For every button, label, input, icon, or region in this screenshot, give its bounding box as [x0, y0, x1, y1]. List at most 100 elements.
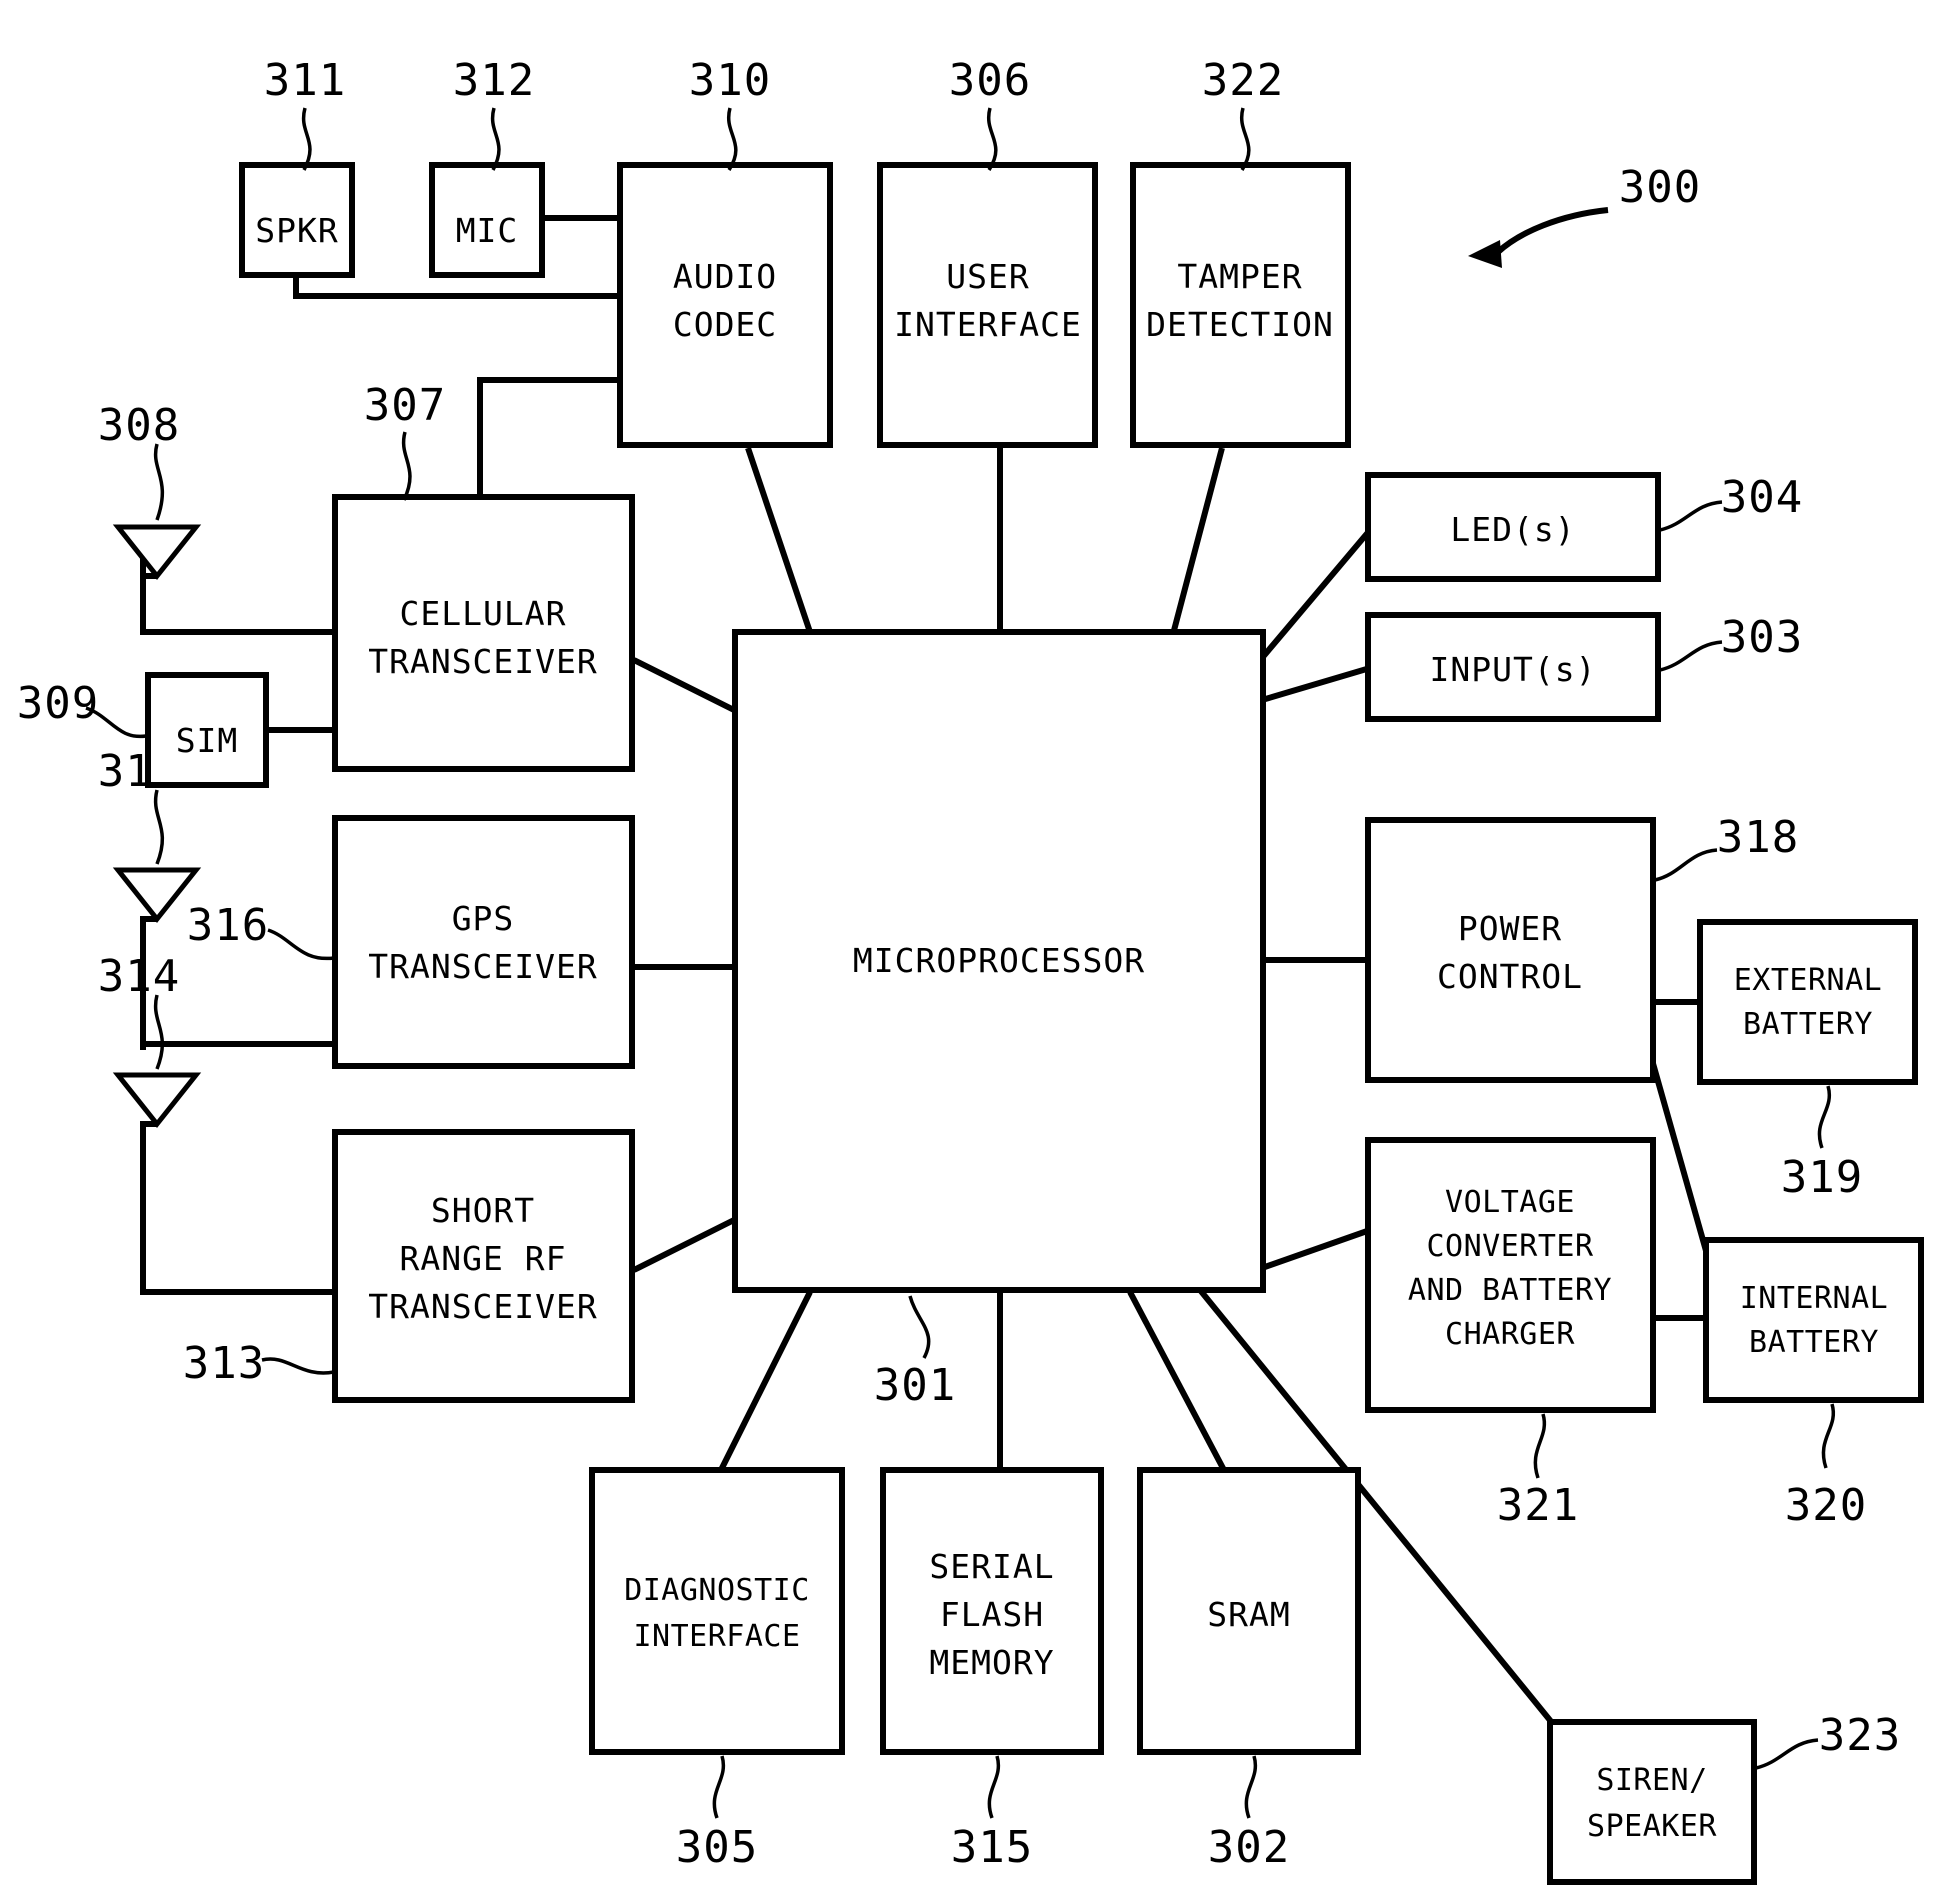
ref-319: 319 — [1781, 1152, 1863, 1203]
block-flash-line1: SERIAL — [929, 1547, 1054, 1586]
ref-322-group: 322 — [1202, 55, 1284, 171]
ref-307-group: 307 — [364, 380, 446, 501]
block-gps-line2: TRANSCEIVER — [368, 947, 598, 986]
block-gps-line1: GPS — [452, 899, 515, 938]
block-diag-line2: INTERFACE — [633, 1619, 800, 1654]
ref-309-group: 309 — [17, 678, 147, 739]
block-sim[interactable]: SIM — [145, 672, 269, 788]
block-siren-line2: SPEAKER — [1587, 1809, 1717, 1844]
ref-303: 303 — [1721, 612, 1803, 663]
ref-311-group: 311 — [264, 55, 346, 171]
ref-307: 307 — [364, 380, 446, 431]
block-power-control[interactable]: POWER CONTROL — [1365, 817, 1656, 1083]
block-diagnostic-interface[interactable]: DIAGNOSTIC INTERFACE — [589, 1467, 845, 1755]
ref-318-group: 318 — [1654, 812, 1798, 882]
ref-302-group: 302 — [1208, 1755, 1290, 1873]
ref-310-group: 310 — [689, 55, 771, 171]
block-audio-codec-line2: CODEC — [673, 305, 777, 344]
ref-311: 311 — [264, 55, 346, 106]
block-mic-label: MIC — [456, 211, 519, 250]
ref-323: 323 — [1819, 1710, 1901, 1761]
ref-321-group: 321 — [1497, 1413, 1579, 1531]
figure-300-callout: 300 — [1468, 162, 1701, 268]
block-microprocessor-label: MICROPROCESSOR — [853, 941, 1145, 980]
block-flash-line3: MEMORY — [929, 1643, 1054, 1682]
block-voltconv-line3: AND BATTERY — [1408, 1273, 1612, 1308]
block-leds[interactable]: LED(s) — [1365, 472, 1661, 582]
block-extbatt-line1: EXTERNAL — [1734, 963, 1883, 998]
block-tamper-detection[interactable]: TAMPER DETECTION — [1130, 162, 1351, 448]
ref-302: 302 — [1208, 1822, 1290, 1873]
ref-312-group: 312 — [453, 55, 535, 171]
block-siren-speaker[interactable]: SIREN/ SPEAKER — [1547, 1719, 1757, 1885]
ref-305: 305 — [676, 1822, 758, 1873]
block-spkr-label: SPKR — [255, 211, 338, 250]
patent-block-diagram: 308 317 314 SPKR 311 MIC 312 AUDIO CODEC — [0, 0, 1948, 1902]
block-internal-battery[interactable]: INTERNAL BATTERY — [1703, 1237, 1924, 1403]
block-sram[interactable]: SRAM — [1137, 1467, 1361, 1755]
ref-310: 310 — [689, 55, 771, 106]
ref-304: 304 — [1721, 472, 1803, 523]
ref-305-group: 305 — [676, 1755, 758, 1873]
block-cellular-transceiver[interactable]: CELLULAR TRANSCEIVER — [332, 494, 635, 772]
block-gps-transceiver[interactable]: GPS TRANSCEIVER — [332, 815, 635, 1069]
ref-320-group: 320 — [1785, 1403, 1867, 1531]
ref-315-group: 315 — [951, 1755, 1033, 1873]
ref-304-group: 304 — [1659, 472, 1803, 532]
block-mic[interactable]: MIC — [429, 162, 545, 278]
ref-315: 315 — [951, 1822, 1033, 1873]
ref-312: 312 — [453, 55, 535, 106]
block-voltconv-line2: CONVERTER — [1426, 1229, 1593, 1264]
block-sram-label: SRAM — [1207, 1595, 1290, 1634]
block-external-battery[interactable]: EXTERNAL BATTERY — [1697, 919, 1918, 1085]
block-cellular-line1: CELLULAR — [400, 594, 567, 633]
block-voltage-converter[interactable]: VOLTAGE CONVERTER AND BATTERY CHARGER — [1365, 1137, 1656, 1413]
block-tamper-line1: TAMPER — [1177, 257, 1302, 296]
ref-321: 321 — [1497, 1480, 1579, 1531]
block-user-interface[interactable]: USER INTERFACE — [877, 162, 1098, 448]
block-tamper-line2: DETECTION — [1146, 305, 1334, 344]
ref-301: 301 — [874, 1360, 956, 1411]
block-power-line1: POWER — [1458, 909, 1562, 948]
block-siren-line1: SIREN/ — [1596, 1763, 1707, 1798]
ref-316-group: 316 — [187, 900, 335, 961]
block-extbatt-line2: BATTERY — [1743, 1007, 1873, 1042]
ref-323-group: 323 — [1755, 1710, 1901, 1770]
block-intbatt-line2: BATTERY — [1749, 1325, 1879, 1360]
figure-300-label: 300 — [1619, 162, 1701, 213]
ref-309: 309 — [17, 678, 99, 729]
ref-316: 316 — [187, 900, 269, 951]
ref-303-group: 303 — [1659, 612, 1803, 672]
block-sim-label: SIM — [176, 721, 239, 760]
block-microprocessor[interactable]: MICROPROCESSOR — [732, 629, 1266, 1293]
block-audio-codec-line1: AUDIO — [673, 257, 777, 296]
ref-308: 308 — [98, 400, 180, 451]
block-shortrf-line2: RANGE RF — [400, 1239, 567, 1278]
block-intbatt-line1: INTERNAL — [1740, 1281, 1889, 1316]
block-voltconv-line1: VOLTAGE — [1445, 1185, 1575, 1220]
block-short-range-rf[interactable]: SHORT RANGE RF TRANSCEIVER — [332, 1129, 635, 1403]
ref-320: 320 — [1785, 1480, 1867, 1531]
ref-314: 314 — [98, 951, 180, 1002]
antenna-308-stem — [140, 573, 157, 632]
block-diag-line1: DIAGNOSTIC — [624, 1573, 810, 1608]
block-inputs[interactable]: INPUT(s) — [1365, 612, 1661, 722]
block-voltconv-line4: CHARGER — [1445, 1317, 1575, 1352]
block-leds-label: LED(s) — [1450, 510, 1575, 549]
block-shortrf-line1: SHORT — [431, 1191, 535, 1230]
antenna-308: 308 — [98, 400, 202, 581]
antenna-314: 314 — [98, 951, 202, 1292]
ref-306: 306 — [949, 55, 1031, 106]
block-user-interface-line2: INTERFACE — [894, 305, 1082, 344]
block-user-interface-line1: USER — [946, 257, 1029, 296]
block-flash-line2: FLASH — [940, 1595, 1044, 1634]
ref-322: 322 — [1202, 55, 1284, 106]
ref-313: 313 — [183, 1338, 265, 1389]
block-serial-flash-memory[interactable]: SERIAL FLASH MEMORY — [880, 1467, 1104, 1755]
block-cellular-line2: TRANSCEIVER — [368, 642, 598, 681]
block-audio-codec[interactable]: AUDIO CODEC — [617, 162, 833, 448]
block-spkr[interactable]: SPKR — [239, 162, 355, 278]
ref-306-group: 306 — [949, 55, 1031, 171]
block-shortrf-line3: TRANSCEIVER — [368, 1287, 598, 1326]
ref-301-group: 301 — [874, 1295, 956, 1411]
